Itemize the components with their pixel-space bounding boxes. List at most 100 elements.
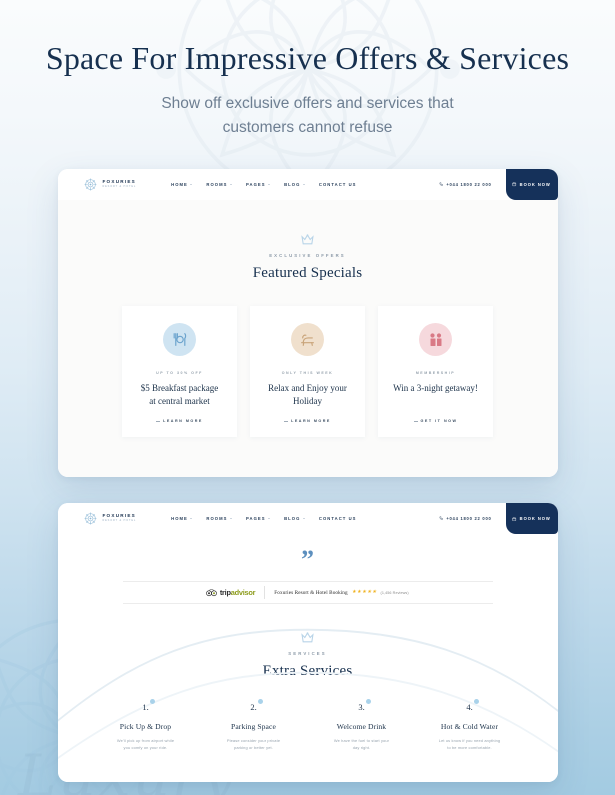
service-items: 1. Pick Up & Drop We'll pick up from air… [58,699,558,752]
offer-card-title: Win a 3-night getaway! [388,382,483,407]
tripadvisor-owl-icon [206,588,218,596]
nav-item-contact-us[interactable]: CONTACT US [319,182,357,187]
offer-card-cta[interactable]: GET IT NOW [388,419,483,423]
nav-item-contact-us[interactable]: CONTACT US [319,516,357,521]
page-subtitle-line1: Show off exclusive offers and services t… [161,95,454,112]
offer-card-icon-circle [291,323,324,357]
page-subtitle-line2: customers cannot refuse [222,119,393,137]
offer-card-kicker: ONLY THIS WEEK [281,371,334,376]
offer-card-title-line2: Holiday [293,395,322,406]
nav-item-rooms-label: ROOMS [206,516,228,522]
tripadvisor-word-trip: trip [219,588,231,598]
book-now-label: BOOK NOW [519,182,551,188]
service-item: 2. Parking Space Please consider your pr… [200,699,308,752]
services-section: ” tripadvisor Foxuries Resort & Hotel Bo… [57,534,558,782]
book-now-button[interactable]: BOOK NOW [505,169,558,201]
tripadvisor-logo[interactable]: tripadvisor [206,588,256,598]
offer-card[interactable]: MEMBERSHIP Win a 3-night getaway! GET IT… [378,306,493,438]
nav-links: HOME ROOMS PAGES BLOG CONTACT US [171,516,356,521]
star-icon: ★ [372,589,377,596]
service-description-line2: day right. [352,745,371,751]
nav-item-home-label: HOME [171,182,188,188]
nav-item-blog[interactable]: BLOG [284,182,305,187]
nav-item-pages[interactable]: PAGES [246,182,271,187]
nav-item-blog[interactable]: BLOG [284,516,305,521]
book-now-button[interactable]: BOOK NOW [505,503,558,535]
page-title: Space For Impressive Offers & Services [45,40,570,76]
snowflake-ornament-icon [84,178,96,191]
offer-card-kicker: MEMBERSHIP [415,371,456,376]
page-subtitle: Show off exclusive offers and services t… [0,92,615,140]
offer-card-title: $5 Breakfast package at central market [132,382,227,407]
tripadvisor-meta: Foxuries Resort & Hotel Booking ★ ★ ★ ★ … [274,590,408,596]
service-name: Welcome Drink [336,722,387,732]
nav-item-pages[interactable]: PAGES [245,516,271,522]
nav-item-rooms[interactable]: ROOMS [206,182,232,187]
offer-card-cta-label: LEARN MORE [163,419,203,424]
service-description-line1: Please consider your private [226,738,281,744]
brand-logo[interactable]: FOXURIES RESORT & HOTEL [83,511,137,526]
star-icon: ★ [361,589,367,596]
site-navbar: FOXURIES RESORT & HOTEL HOME ROOMS PAGES… [57,169,558,201]
chevron-down-icon [268,184,271,186]
chevron-down-icon [190,518,193,520]
navbar-right: +044 1800 22 000 BOOK NOW [439,503,558,535]
nav-item-contact-us-label: CONTACT US [318,182,357,188]
offer-card-cta[interactable]: LEARN MORE [260,419,355,423]
navbar-phone-label: +044 1800 22 000 [446,516,492,522]
chevron-down-icon [229,184,232,186]
offer-card-cta[interactable]: LEARN MORE [132,419,227,423]
nav-item-blog-label: BLOG [284,182,301,188]
service-item: 4. Hot & Cold Water Let us know if you n… [416,699,524,752]
chevron-down-icon [268,518,271,520]
service-description-line1: We have the fuel to start your [333,738,390,744]
service-name: Parking Space [231,722,276,732]
services-kicker: SERVICES [288,651,327,657]
service-description: We'll pick up from airport while you com… [98,738,194,752]
service-number: 4. [466,702,473,713]
nav-item-home-label: HOME [171,516,188,522]
service-dot-icon [149,699,155,705]
nav-item-contact-us-label: CONTACT US [318,516,357,522]
brand-logo[interactable]: FOXURIES RESORT & HOTEL [83,177,137,192]
gift-icon [429,332,441,346]
site-navbar: FOXURIES RESORT & HOTEL HOME ROOMS PAGES… [57,503,558,535]
tripadvisor-wordmark: tripadvisor [219,588,256,598]
offer-card[interactable]: UP TO 30% OFF $5 Breakfast package at ce… [122,306,237,438]
nav-item-home[interactable]: HOME [171,516,193,522]
nav-links: HOME ROOMS PAGES BLOG CONTACT US [171,182,356,187]
chevron-down-icon [229,518,232,520]
offers-kicker: EXCLUSIVE OFFERS [269,253,346,259]
nav-item-rooms[interactable]: ROOMS [206,516,232,521]
nav-item-rooms-label: ROOMS [206,182,228,188]
navbar-right: +044 1800 22 000 BOOK NOW [439,169,558,201]
offer-card-title-line1: $5 Breakfast package [140,383,219,394]
dash-icon [413,420,418,422]
snowflake-ornament-icon [84,512,96,525]
service-description-line2: parking or better yet. [234,745,273,751]
tripadvisor-bar: tripadvisor Foxuries Resort & Hotel Book… [122,581,493,605]
services-title: Extra Services [262,663,353,680]
offer-card-icon-circle [419,323,452,357]
calendar-icon [512,182,517,187]
phone-icon [439,182,443,187]
calendar-icon [512,516,517,521]
service-dot-icon [257,699,263,705]
tripadvisor-rating-stars: ★ ★ ★ ★ ★ [352,590,377,595]
service-description: We have the fuel to start your day right… [314,738,410,752]
services-header: SERVICES Extra Services [58,632,558,680]
nav-item-home[interactable]: HOME [171,182,193,188]
navbar-phone[interactable]: +044 1800 22 000 [439,169,506,200]
navbar-phone[interactable]: +044 1800 22 000 [439,503,506,534]
tripadvisor-word-advisor: advisor [230,588,256,598]
service-name: Pick Up & Drop [119,722,172,732]
book-now-label: BOOK NOW [519,516,551,522]
offer-card[interactable]: ONLY THIS WEEK Relax and Enjoy your Holi… [250,306,365,438]
cutlery-icon [173,333,187,346]
tripadvisor-property-name: Foxuries Resort & Hotel Booking [274,589,348,596]
nav-item-pages-label: PAGES [245,516,266,522]
offer-card-title-line1: Win a 3-night getaway! [393,383,478,394]
service-dot-icon [365,699,371,705]
phone-icon [439,516,443,521]
service-item: 1. Pick Up & Drop We'll pick up from air… [92,699,200,752]
